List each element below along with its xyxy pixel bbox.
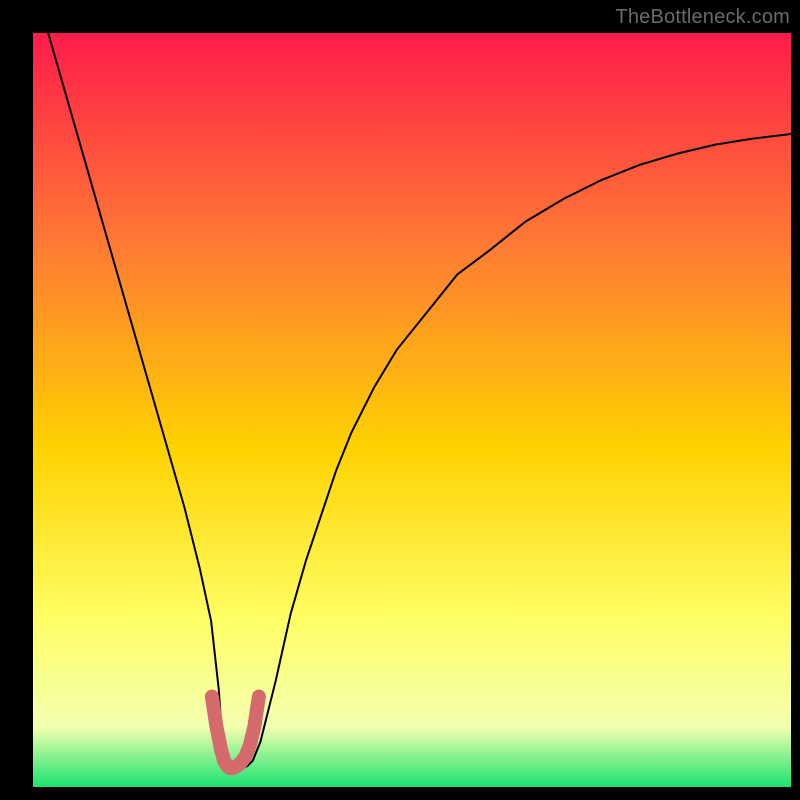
chart-frame: TheBottleneck.com [0,0,800,800]
gradient-background [33,33,791,787]
watermark-text: TheBottleneck.com [615,6,790,29]
plot-area [33,33,791,787]
bottleneck-chart [33,33,791,787]
